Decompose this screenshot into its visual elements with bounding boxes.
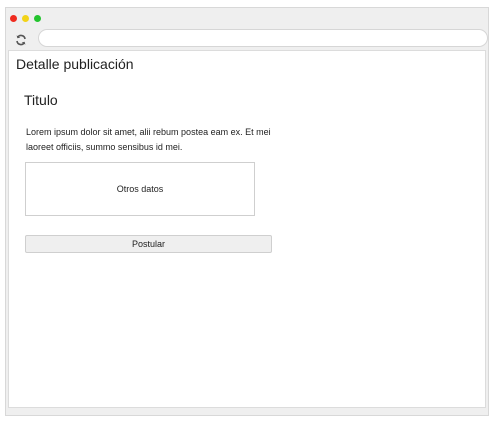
minimize-icon[interactable] xyxy=(22,15,29,22)
post-title: Titulo xyxy=(24,92,58,108)
browser-window: Detalle publicación Titulo Lorem ipsum d… xyxy=(5,7,489,416)
page-title: Detalle publicación xyxy=(16,56,134,72)
other-data-box: Otros datos xyxy=(25,162,255,216)
post-description: Lorem ipsum dolor sit amet, alii rebum p… xyxy=(26,127,271,152)
refresh-icon[interactable] xyxy=(15,33,27,46)
other-data-label: Otros datos xyxy=(116,184,164,194)
close-icon[interactable] xyxy=(10,15,17,22)
maximize-icon[interactable] xyxy=(34,15,41,22)
apply-button[interactable]: Postular xyxy=(25,235,272,253)
page-content: Detalle publicación Titulo Lorem ipsum d… xyxy=(8,50,486,408)
address-bar[interactable] xyxy=(38,29,488,47)
